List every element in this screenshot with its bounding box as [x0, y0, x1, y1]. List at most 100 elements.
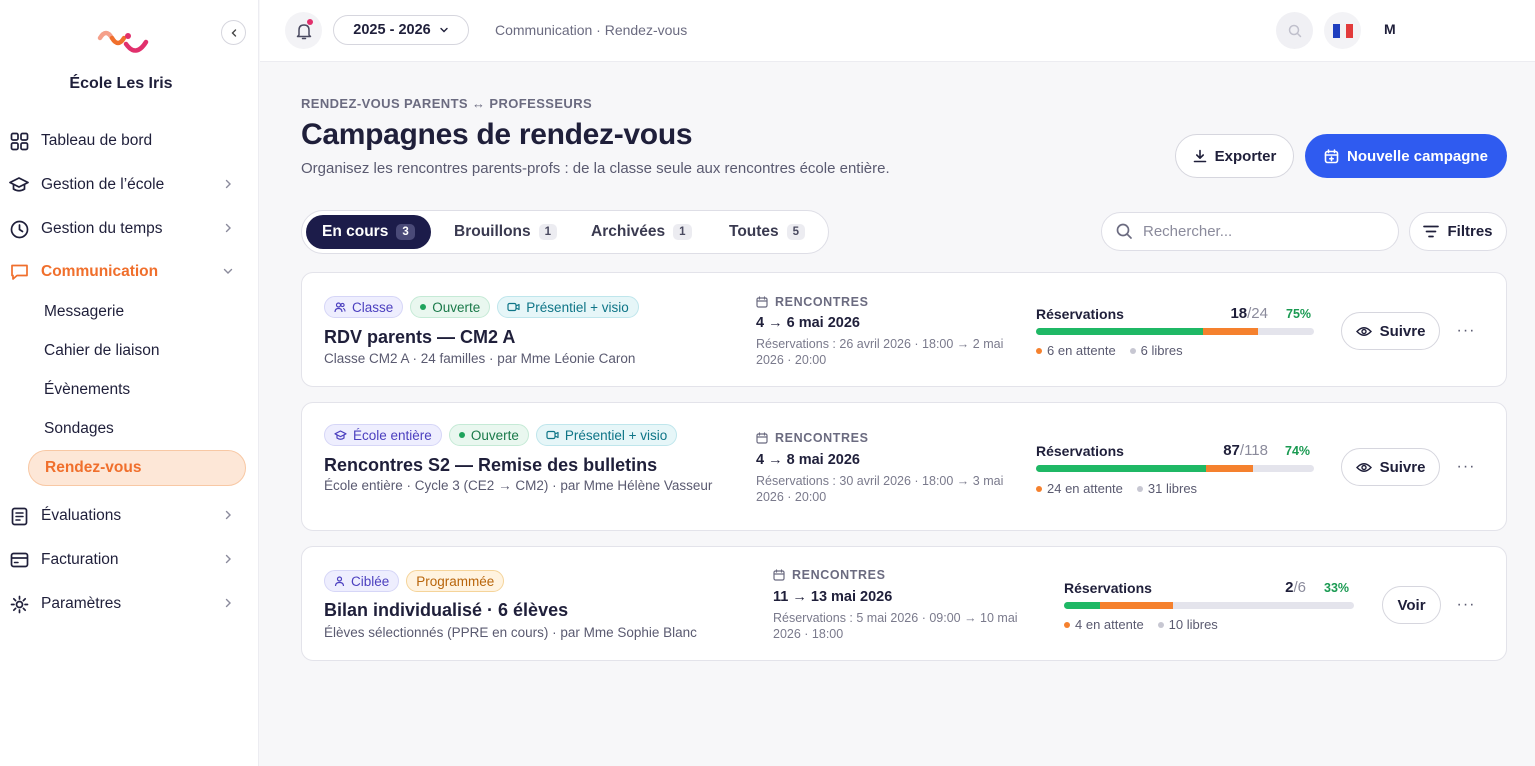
- more-options-button[interactable]: ···: [1454, 455, 1478, 479]
- sidebar-item-school-management[interactable]: Gestion de l’école: [0, 165, 259, 205]
- scope-badge: Ciblée: [324, 570, 400, 592]
- sidebar-item-settings[interactable]: Paramètres: [0, 584, 259, 624]
- user-icon: [334, 575, 345, 586]
- more-options-button[interactable]: ···: [1454, 319, 1478, 343]
- new-campaign-button[interactable]: Nouvelle campagne: [1305, 134, 1507, 178]
- dashboard-icon: [9, 131, 29, 151]
- pending-legend: 4 en attente: [1064, 617, 1144, 632]
- tab-label: Toutes: [729, 223, 779, 240]
- search-input[interactable]: Rechercher...: [1101, 212, 1399, 251]
- tab-brouillons[interactable]: Brouillons 1: [438, 215, 573, 249]
- campaign-title: Bilan individualisé · 6 élèves: [324, 600, 569, 620]
- sidebar-item-label: Facturation: [41, 551, 119, 568]
- eye-icon: [1355, 462, 1372, 472]
- reservations-percent: 75%: [1286, 307, 1312, 321]
- reservations-progress-bar: [1064, 602, 1354, 609]
- scope-badge: Classe: [324, 296, 404, 318]
- sidebar-item-label: Gestion de l’école: [41, 176, 165, 193]
- view-button[interactable]: Voir: [1382, 586, 1441, 624]
- tab-count: 1: [538, 224, 558, 240]
- reservations-label: Réservations: [1036, 306, 1124, 322]
- pending-segment: [1202, 328, 1259, 335]
- follow-button[interactable]: Suivre: [1341, 448, 1440, 486]
- booking-window: Réservations : 26 avril 2026 · 18:00 → 2…: [756, 337, 1004, 367]
- filters-button[interactable]: Filtres: [1409, 212, 1507, 251]
- chevron-right-icon: [225, 223, 231, 233]
- pending-legend: 24 en attente: [1036, 481, 1123, 496]
- reservations-percent: 74%: [1285, 444, 1311, 458]
- follow-label: Suivre: [1379, 458, 1426, 476]
- reservations-progress-bar: [1036, 465, 1314, 472]
- sidebar-item-dashboard[interactable]: Tableau de bord: [0, 121, 259, 161]
- calendar-plus-icon: [1324, 148, 1339, 163]
- gear-icon: [9, 594, 29, 614]
- mode-badge: Présentiel + visio: [497, 296, 639, 318]
- booked-segment: [1036, 465, 1206, 472]
- badge-label: Programmée: [416, 573, 495, 589]
- page-eyebrow: RENDEZ-VOUS PARENTS ↔ PROFESSEURS: [301, 96, 593, 111]
- campaign-card[interactable]: École entière Ouverte Présentiel + visio…: [301, 402, 1507, 531]
- tab-archivees[interactable]: Archivées 1: [575, 215, 708, 249]
- tab-toutes[interactable]: Toutes 5: [713, 215, 821, 249]
- view-label: Voir: [1397, 596, 1426, 614]
- language-button[interactable]: [1324, 12, 1361, 49]
- sidebar-subitem-evenements[interactable]: Évènements: [28, 372, 246, 408]
- pending-text: 24 en attente: [1047, 481, 1123, 496]
- booking-window: Réservations : 5 mai 2026 · 09:00 → 10 m…: [773, 611, 1018, 641]
- collapse-sidebar-button[interactable]: [221, 20, 246, 45]
- badge-label: Classe: [352, 299, 394, 315]
- clock-icon: [9, 219, 29, 239]
- status-badge: Programmée: [406, 570, 505, 592]
- free-text: 10 libres: [1168, 617, 1218, 632]
- campaign-card[interactable]: Classe Ouverte Présentiel + visio RDV pa…: [301, 272, 1507, 387]
- topbar: 2025 - 2026 Communication · Rendez-vous …: [260, 0, 1535, 62]
- video-icon: [546, 430, 559, 440]
- filter-icon: [1423, 225, 1440, 238]
- graduation-cap-icon: [334, 429, 347, 440]
- more-options-button[interactable]: ···: [1454, 593, 1478, 617]
- chevron-right-icon: [225, 598, 231, 608]
- follow-label: Suivre: [1379, 322, 1426, 340]
- meeting-dates: 11 → 13 mai 2026: [773, 589, 893, 605]
- campaign-title: RDV parents — CM2 A: [324, 327, 516, 347]
- meetings-label: RENCONTRES: [756, 295, 869, 309]
- free-text: 6 libres: [1140, 343, 1183, 358]
- sidebar-subitem-cahier-de-liaison[interactable]: Cahier de liaison: [28, 333, 246, 369]
- tab-en-cours[interactable]: En cours 3: [306, 215, 431, 249]
- reservations-percent: 33%: [1324, 581, 1350, 595]
- french-flag-icon: [1332, 23, 1353, 38]
- tab-label: En cours: [322, 223, 389, 240]
- status-dot: [420, 304, 427, 310]
- school-year-select[interactable]: 2025 - 2026: [333, 15, 469, 45]
- status-badge: Ouverte: [410, 296, 491, 318]
- tab-label: Brouillons: [454, 223, 531, 240]
- export-button[interactable]: Exporter: [1175, 134, 1294, 178]
- pending-legend: 6 en attente: [1036, 343, 1116, 358]
- badge-label: Ouverte: [432, 299, 481, 315]
- more-icon: ···: [1456, 458, 1476, 475]
- campaign-card[interactable]: Ciblée Programmée Bilan individualisé · …: [301, 546, 1507, 661]
- badge-label: Présentiel + visio: [526, 299, 629, 315]
- badge-label: École entière: [353, 427, 432, 443]
- sidebar-item-evaluations[interactable]: Évaluations: [0, 496, 259, 536]
- sidebar-item-billing[interactable]: Facturation: [0, 540, 259, 580]
- tab-label: Archivées: [591, 223, 666, 240]
- sidebar-item-label: Communication: [41, 263, 159, 280]
- sidebar-item-communication[interactable]: Communication: [0, 252, 259, 292]
- tab-count: 1: [673, 224, 692, 240]
- sidebar-subitem-rendez-vous[interactable]: Rendez-vous: [28, 450, 246, 486]
- reservations-count: 18/24: [1202, 305, 1268, 322]
- scope-badge: École entière: [324, 424, 442, 446]
- sidebar-item-time-management[interactable]: Gestion du temps: [0, 209, 259, 249]
- global-search-button[interactable]: [1276, 12, 1313, 49]
- user-menu[interactable]: M: [1384, 21, 1396, 37]
- chevron-down-icon: [440, 27, 448, 33]
- follow-button[interactable]: Suivre: [1341, 312, 1440, 350]
- sidebar-subitem-sondages[interactable]: Sondages: [28, 411, 246, 447]
- sidebar-item-label: Évaluations: [41, 507, 122, 524]
- notifications-button[interactable]: [285, 12, 322, 49]
- download-icon: [1193, 149, 1206, 163]
- sidebar-subitem-messagerie[interactable]: Messagerie: [28, 294, 246, 330]
- tab-count: 5: [786, 224, 806, 240]
- free-legend: 31 libres: [1136, 481, 1197, 496]
